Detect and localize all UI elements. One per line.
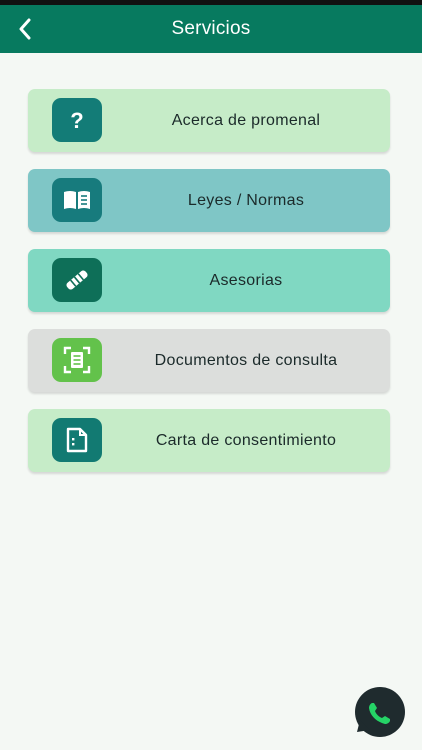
whatsapp-icon — [355, 687, 405, 737]
document-scan-icon — [52, 338, 102, 382]
service-label: Asesorias — [209, 271, 283, 289]
service-label: Carta de consentimiento — [155, 431, 337, 449]
service-label: Leyes / Normas — [187, 191, 305, 209]
page-title: Servicios — [171, 18, 251, 39]
file-icon — [52, 418, 102, 462]
back-button[interactable] — [8, 11, 42, 47]
book-icon — [52, 178, 102, 222]
question-icon: ? — [52, 98, 102, 142]
services-menu: ? Acerca de promenal Leyes / Normas Ases… — [28, 89, 390, 489]
service-card-documentos[interactable]: Documentos de consulta — [28, 329, 390, 392]
svg-text:?: ? — [70, 108, 83, 133]
handshake-icon — [52, 258, 102, 302]
service-card-leyes[interactable]: Leyes / Normas — [28, 169, 390, 232]
service-card-carta[interactable]: Carta de consentimiento — [28, 409, 390, 472]
service-card-asesorias[interactable]: Asesorias — [28, 249, 390, 312]
service-card-acerca[interactable]: ? Acerca de promenal — [28, 89, 390, 152]
service-label: Acerca de promenal — [171, 111, 321, 129]
service-label: Documentos de consulta — [154, 351, 338, 369]
app-header: Servicios — [0, 5, 422, 53]
whatsapp-button[interactable] — [352, 686, 408, 742]
chevron-left-icon — [19, 18, 31, 40]
